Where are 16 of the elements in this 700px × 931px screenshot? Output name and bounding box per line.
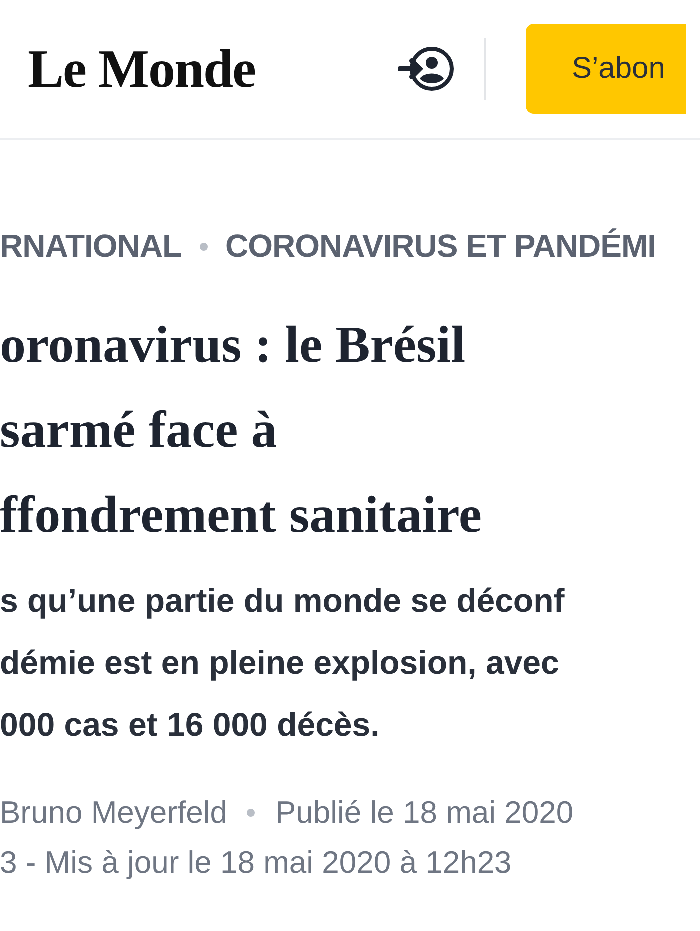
breadcrumb-link[interactable]: RNATIONAL [0,228,182,265]
logo[interactable]: Le Monde [28,38,398,100]
lede-line: 000 cas et 16 000 décès. [0,705,381,745]
headline-line: oronavirus : le Brésil [0,316,467,376]
lede-line: s qu’une partie du monde se déconf [0,581,566,621]
separator-dot [200,242,208,250]
publish-date: Publié le 18 mai 2020 [275,794,574,832]
subscribe-button[interactable]: S’abon [526,24,686,114]
headline-line: ffondrement sanitaire [0,486,483,546]
lede-line: démie est en pleine explosion, avec [0,643,560,683]
update-date: 3 - Mis à jour le 18 mai 2020 à 12h23 [0,844,513,882]
headline-line: sarmé face à [0,401,278,461]
separator-dot [247,809,256,817]
author-link[interactable]: Bruno Meyerfeld [0,788,228,838]
login-icon[interactable] [398,45,456,93]
breadcrumb-link[interactable]: CORONAVIRUS ET PANDÉMI [226,228,656,265]
